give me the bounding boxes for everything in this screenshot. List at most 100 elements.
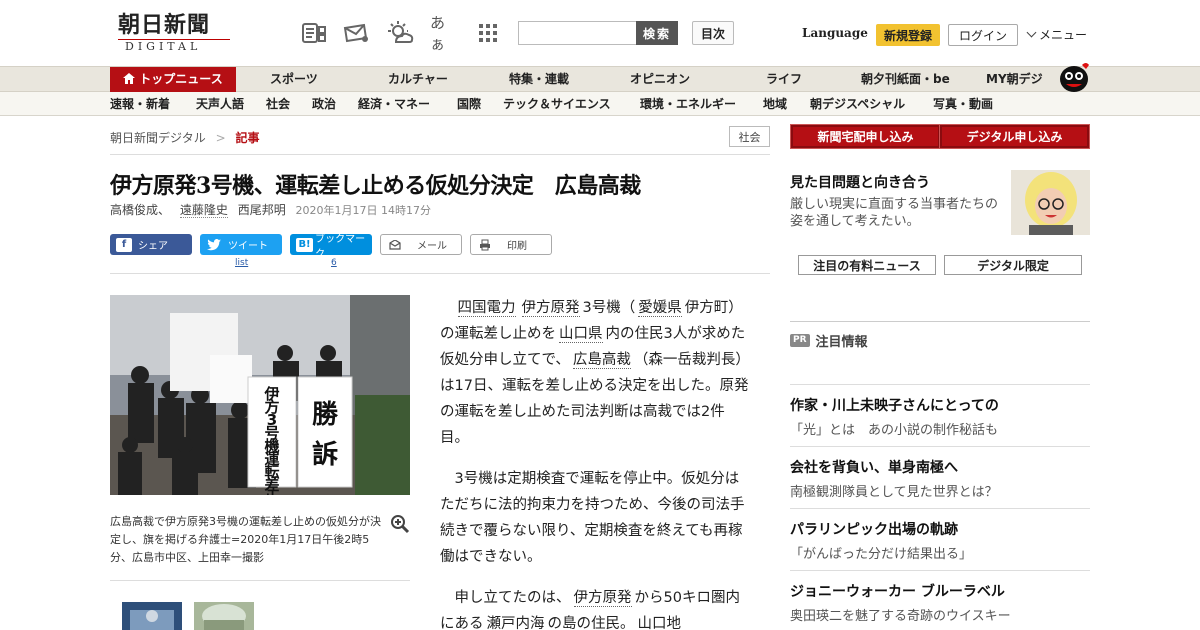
hatena-count[interactable]: 6 bbox=[331, 258, 337, 268]
breadcrumb-home[interactable]: 朝日新聞デジタル bbox=[110, 131, 206, 145]
language-link[interactable]: Language bbox=[802, 26, 868, 40]
subnav-breaking[interactable]: 速報・新着 bbox=[110, 92, 170, 116]
divider bbox=[110, 580, 410, 581]
mail-ticket-icon[interactable] bbox=[342, 20, 370, 46]
text-run: の島の住民。 bbox=[547, 616, 635, 630]
pr-badge: PR bbox=[790, 334, 810, 347]
print-label: 印刷 bbox=[507, 241, 527, 252]
category-tag[interactable]: 社会 bbox=[729, 126, 770, 147]
nav-culture[interactable]: カルチャー bbox=[388, 67, 448, 92]
twitter-label: ツイート bbox=[228, 241, 268, 252]
pr-heading-label: 注目情報 bbox=[815, 335, 868, 350]
divider bbox=[790, 321, 1090, 322]
nav-life[interactable]: ライフ bbox=[766, 67, 802, 92]
feature-image[interactable] bbox=[1011, 170, 1090, 235]
byline: 高橋俊成、 遠藤隆史 西尾邦明 2020年1月17日 14時17分 bbox=[110, 201, 431, 218]
paragraph-1: 四国電力 伊方原発 3号機（ 愛媛県 伊方町）の運転差し止めを 山口県 内の住民3人が求めた… bbox=[440, 295, 750, 451]
facebook-icon: f bbox=[116, 237, 132, 252]
divider bbox=[110, 154, 770, 155]
pr-item-title: 作家・川上未映子さんにとっての bbox=[790, 398, 999, 414]
link-seto-inland-sea[interactable]: 瀬戸内海 bbox=[486, 616, 545, 630]
divider bbox=[110, 273, 770, 274]
apps-grid-icon[interactable] bbox=[474, 20, 502, 46]
toc-button[interactable]: 目次 bbox=[692, 21, 734, 45]
article-body: 四国電力 伊方原発 3号機（ 愛媛県 伊方町）の運転差し止めを 山口県 内の住民3人が求めた… bbox=[440, 295, 750, 630]
feature-description: 厳しい現実に直面する当事者たちの姿を通して考えたい。 bbox=[790, 197, 999, 229]
subnav-international[interactable]: 国際 bbox=[457, 92, 481, 116]
thumbnail-1[interactable] bbox=[122, 602, 182, 630]
paid-news-button[interactable]: 注目の有料ニュース bbox=[798, 255, 936, 275]
nav-top-news[interactable]: トップニュース bbox=[110, 67, 236, 92]
zoom-icon[interactable] bbox=[390, 514, 410, 534]
article-photo[interactable]: 伊方3号機運転差止 勝訴 bbox=[110, 295, 410, 495]
link-ikata-npp[interactable]: 伊方原発 bbox=[521, 300, 580, 317]
digital-subscribe-button[interactable]: デジタル申し込み bbox=[939, 124, 1090, 149]
link-hiroshima-high-court[interactable]: 広島高裁 bbox=[572, 352, 631, 369]
nav-features[interactable]: 特集・連載 bbox=[509, 67, 569, 92]
pr-item-title: 会社を背負い、単身南極へ bbox=[790, 460, 958, 476]
thumbnail-2[interactable] bbox=[194, 602, 254, 630]
nav-papers[interactable]: 朝夕刊紙面・be bbox=[861, 67, 950, 92]
pr-item-title: パラリンピック出場の軌跡 bbox=[790, 522, 958, 538]
digital-only-button[interactable]: デジタル限定 bbox=[944, 255, 1082, 275]
subnav-tensei[interactable]: 天声人語 bbox=[196, 92, 244, 116]
pr-item[interactable]: 会社を背負い、単身南極へ 南極観測隊員として見た世界とは？ bbox=[790, 446, 1090, 500]
text-run: 3号機（ bbox=[582, 300, 636, 316]
breadcrumb-current: 記事 bbox=[235, 131, 260, 145]
breadcrumb: 朝日新聞デジタル > 記事 bbox=[110, 129, 260, 146]
newspaper-delivery-button[interactable]: 新聞宅配申し込み bbox=[790, 124, 941, 149]
author-3: 西尾邦明 bbox=[237, 203, 286, 217]
home-icon bbox=[123, 68, 136, 93]
mascot-icon[interactable] bbox=[1056, 59, 1092, 93]
site-logo[interactable]: 朝日新聞 DIGITAL bbox=[118, 12, 230, 56]
subnav-region[interactable]: 地域 bbox=[763, 92, 787, 116]
search-input[interactable] bbox=[518, 21, 636, 45]
main-nav: トップニュース スポーツ カルチャー 特集・連載 オピニオン ライフ 朝夕刊紙面… bbox=[0, 63, 1200, 92]
subnav-special[interactable]: 朝デジスペシャル bbox=[810, 92, 905, 116]
logo-jp: 朝日新聞 bbox=[118, 12, 211, 38]
print-button[interactable]: 印刷 bbox=[470, 234, 552, 255]
pr-item[interactable]: パラリンピック出場の軌跡 「がんばった分だけ結果出る」 bbox=[790, 508, 1090, 562]
feature-title[interactable]: 見た目問題と向き合う bbox=[790, 172, 930, 192]
login-button[interactable]: ログイン bbox=[948, 24, 1018, 46]
pr-item-desc: 「がんばった分だけ結果出る」 bbox=[790, 547, 973, 562]
paragraph-2: 3号機は定期検査で運転を停止中。仮処分はただちに法的拘束力を持つため、今後の司法… bbox=[440, 471, 745, 565]
subnav-economy[interactable]: 経済・マネー bbox=[358, 92, 430, 116]
twitter-share-button[interactable]: ツイート bbox=[200, 234, 282, 255]
weather-icon[interactable] bbox=[386, 20, 414, 46]
register-button[interactable]: 新規登録 bbox=[876, 24, 940, 46]
hatena-bookmark-button[interactable]: B! ブックマーク bbox=[290, 234, 372, 260]
pr-item[interactable]: ジョニーウォーカー ブルーラベル 奥田瑛二を魅了する奇跡のウイスキー bbox=[790, 570, 1090, 624]
hatena-label: ブックマーク bbox=[315, 233, 366, 260]
hatena-icon: B! bbox=[296, 237, 314, 252]
link-ikata-npp[interactable]: 伊方原発 bbox=[573, 590, 632, 607]
subnav-tech[interactable]: テック＆サイエンス bbox=[503, 92, 611, 116]
font-size-label: あぁ bbox=[430, 14, 446, 53]
facebook-share-button[interactable]: f シェア bbox=[110, 234, 192, 255]
author-2-link[interactable]: 遠藤隆史 bbox=[179, 203, 228, 218]
text-run: 申し立てたのは、 bbox=[454, 590, 571, 606]
subnav-environment[interactable]: 環境・エネルギー bbox=[640, 92, 736, 116]
link-ehime[interactable]: 愛媛県 bbox=[638, 300, 682, 317]
twitter-count[interactable]: list bbox=[235, 258, 248, 268]
subnav-politics[interactable]: 政治 bbox=[312, 92, 336, 116]
menu-button[interactable]: メニュー bbox=[1026, 26, 1087, 43]
link-yamaguchi-district[interactable]: 山口地 bbox=[637, 616, 681, 630]
photo-sign-left-text: 伊方3号機運転差止 bbox=[263, 385, 280, 495]
link-shikoku-electric[interactable]: 四国電力 bbox=[457, 300, 516, 317]
nav-sports[interactable]: スポーツ bbox=[270, 67, 318, 92]
nav-opinion[interactable]: オピニオン bbox=[630, 67, 690, 92]
pr-item[interactable]: 作家・川上未映子さんにとっての 「光」とは あの小説の制作秘話も bbox=[790, 384, 1090, 438]
mail-share-button[interactable]: メール bbox=[380, 234, 462, 255]
newspaper-view-icon[interactable] bbox=[300, 20, 328, 46]
subnav-society[interactable]: 社会 bbox=[266, 92, 290, 116]
font-size-icon[interactable]: あぁ bbox=[430, 14, 458, 53]
link-yamaguchi[interactable]: 山口県 bbox=[559, 326, 603, 343]
nav-my-asadigi[interactable]: MY朝デジ bbox=[986, 67, 1043, 92]
pr-item-desc: 南極観測隊員として見た世界とは？ bbox=[790, 485, 998, 500]
search-button[interactable]: 検索 bbox=[636, 21, 678, 45]
pr-item-desc: 「光」とは あの小説の制作秘話も bbox=[790, 423, 999, 438]
print-icon bbox=[477, 238, 493, 252]
subnav-photo-video[interactable]: 写真・動画 bbox=[933, 92, 993, 116]
site-header: 朝日新聞 DIGITAL あぁ 検索 目次 Language 新規登録 ログイン… bbox=[0, 0, 1200, 66]
